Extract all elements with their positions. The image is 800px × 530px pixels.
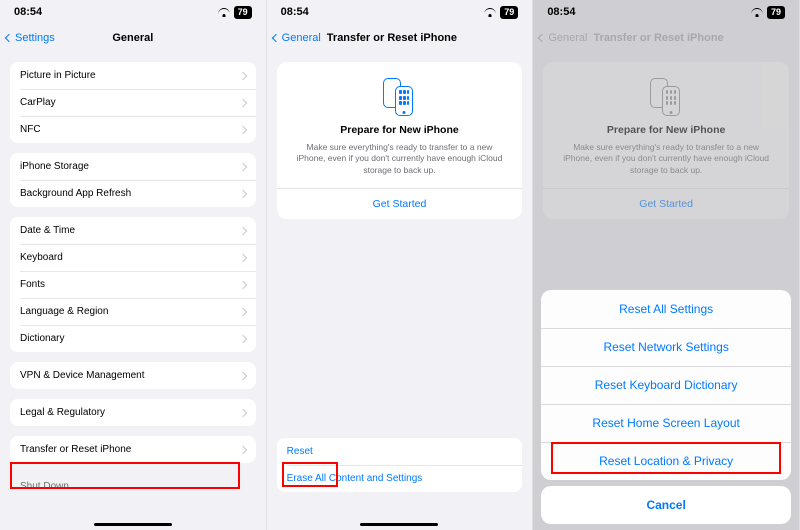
group-7: Shut Down <box>10 473 256 500</box>
status-bar: 08:54 79 <box>0 0 266 24</box>
status-time: 08:54 <box>281 6 309 18</box>
nav-bar: Settings General <box>0 24 266 52</box>
battery-indicator: 79 <box>500 6 518 19</box>
row-background-app-refresh[interactable]: Background App Refresh <box>10 180 256 207</box>
prepare-card: Prepare for New iPhone Make sure everyth… <box>277 62 523 219</box>
card-title: Prepare for New iPhone <box>289 124 511 136</box>
row-carplay[interactable]: CarPlay <box>10 89 256 116</box>
group-4: VPN & Device Management <box>10 362 256 389</box>
row-shut-down[interactable]: Shut Down <box>10 473 256 500</box>
row-label: Keyboard <box>20 252 63 263</box>
nav-bar: General Transfer or Reset iPhone <box>533 24 799 52</box>
page-title: Transfer or Reset iPhone <box>327 32 457 44</box>
chevron-right-icon <box>238 253 246 261</box>
reset-network-settings[interactable]: Reset Network Settings <box>541 328 791 366</box>
reset-home-screen-layout[interactable]: Reset Home Screen Layout <box>541 404 791 442</box>
row-fonts[interactable]: Fonts <box>10 271 256 298</box>
home-indicator <box>94 523 172 527</box>
row-legal-regulatory[interactable]: Legal & Regulatory <box>10 399 256 426</box>
back-button[interactable]: General <box>539 32 587 44</box>
group-6: Transfer or Reset iPhone <box>10 436 256 463</box>
chevron-right-icon <box>238 445 246 453</box>
row-label: Date & Time <box>20 225 75 236</box>
row-label: Picture in Picture <box>20 70 96 81</box>
row-dictionary[interactable]: Dictionary <box>10 325 256 352</box>
back-button[interactable]: Settings <box>6 32 55 44</box>
row-label: Erase All Content and Settings <box>287 473 423 484</box>
screen-general: 08:54 79 Settings General Picture in Pic… <box>0 0 267 530</box>
row-date-time[interactable]: Date & Time <box>10 217 256 244</box>
row-label: VPN & Device Management <box>20 370 145 381</box>
chevron-right-icon <box>238 408 246 416</box>
row-iphone-storage[interactable]: iPhone Storage <box>10 153 256 180</box>
back-label: General <box>282 32 321 44</box>
chevron-right-icon <box>238 280 246 288</box>
reset-keyboard-dictionary[interactable]: Reset Keyboard Dictionary <box>541 366 791 404</box>
row-label: Fonts <box>20 279 45 290</box>
screen-reset-sheet: 08:54 79 General Transfer or Reset iPhon… <box>533 0 800 530</box>
chevron-right-icon <box>238 307 246 315</box>
status-time: 08:54 <box>14 6 42 18</box>
wifi-icon <box>751 8 763 17</box>
row-keyboard[interactable]: Keyboard <box>10 244 256 271</box>
nav-bar: General Transfer or Reset iPhone <box>267 24 533 52</box>
card-desc: Make sure everything's ready to transfer… <box>289 142 511 176</box>
reset-action-sheet: Reset All Settings Reset Network Setting… <box>541 290 791 524</box>
chevron-right-icon <box>238 98 246 106</box>
chevron-right-icon <box>238 189 246 197</box>
chevron-left-icon <box>271 34 279 42</box>
bottom-group: Reset Erase All Content and Settings <box>277 438 523 492</box>
back-label: General <box>548 32 587 44</box>
chevron-right-icon <box>238 125 246 133</box>
reset-location-privacy[interactable]: Reset Location & Privacy <box>541 442 791 480</box>
chevron-left-icon <box>538 34 546 42</box>
back-button[interactable]: General <box>273 32 321 44</box>
row-label: iPhone Storage <box>20 161 89 172</box>
chevron-right-icon <box>238 334 246 342</box>
row-reset[interactable]: Reset <box>277 438 523 465</box>
group-5: Legal & Regulatory <box>10 399 256 426</box>
row-label: Legal & Regulatory <box>20 407 105 418</box>
group-3: Date & Time Keyboard Fonts Language & Re… <box>10 217 256 352</box>
battery-indicator: 79 <box>234 6 252 19</box>
home-indicator <box>360 523 438 527</box>
reset-all-settings[interactable]: Reset All Settings <box>541 290 791 328</box>
row-label: Language & Region <box>20 306 108 317</box>
transfer-icon <box>289 76 511 116</box>
page-title: General <box>112 32 153 44</box>
content-area: Picture in Picture CarPlay NFC iPhone St… <box>0 52 266 530</box>
chevron-right-icon <box>238 226 246 234</box>
cancel-button[interactable]: Cancel <box>541 486 791 524</box>
page-title: Transfer or Reset iPhone <box>593 32 723 44</box>
row-picture-in-picture[interactable]: Picture in Picture <box>10 62 256 89</box>
row-vpn-device-management[interactable]: VPN & Device Management <box>10 362 256 389</box>
chevron-left-icon <box>5 34 13 42</box>
row-label: Reset <box>287 446 313 457</box>
screen-transfer-reset: 08:54 79 General Transfer or Reset iPhon… <box>267 0 534 530</box>
get-started-button[interactable]: Get Started <box>289 189 511 219</box>
row-transfer-or-reset[interactable]: Transfer or Reset iPhone <box>10 436 256 463</box>
row-label: Background App Refresh <box>20 188 131 199</box>
chevron-right-icon <box>238 162 246 170</box>
row-language-region[interactable]: Language & Region <box>10 298 256 325</box>
row-label: Dictionary <box>20 333 64 344</box>
chevron-right-icon <box>238 71 246 79</box>
row-label: Transfer or Reset iPhone <box>20 444 131 455</box>
battery-indicator: 79 <box>767 6 785 19</box>
chevron-right-icon <box>238 371 246 379</box>
group-1: Picture in Picture CarPlay NFC <box>10 62 256 143</box>
row-nfc[interactable]: NFC <box>10 116 256 143</box>
row-erase-all[interactable]: Erase All Content and Settings <box>277 465 523 492</box>
sheet-options: Reset All Settings Reset Network Setting… <box>541 290 791 480</box>
wifi-icon <box>218 8 230 17</box>
status-bar: 08:54 79 <box>533 0 799 24</box>
row-label: NFC <box>20 124 41 135</box>
status-time: 08:54 <box>547 6 575 18</box>
row-label: CarPlay <box>20 97 56 108</box>
back-label: Settings <box>15 32 55 44</box>
wifi-icon <box>484 8 496 17</box>
group-2: iPhone Storage Background App Refresh <box>10 153 256 207</box>
status-bar: 08:54 79 <box>267 0 533 24</box>
row-label: Shut Down <box>20 481 69 492</box>
